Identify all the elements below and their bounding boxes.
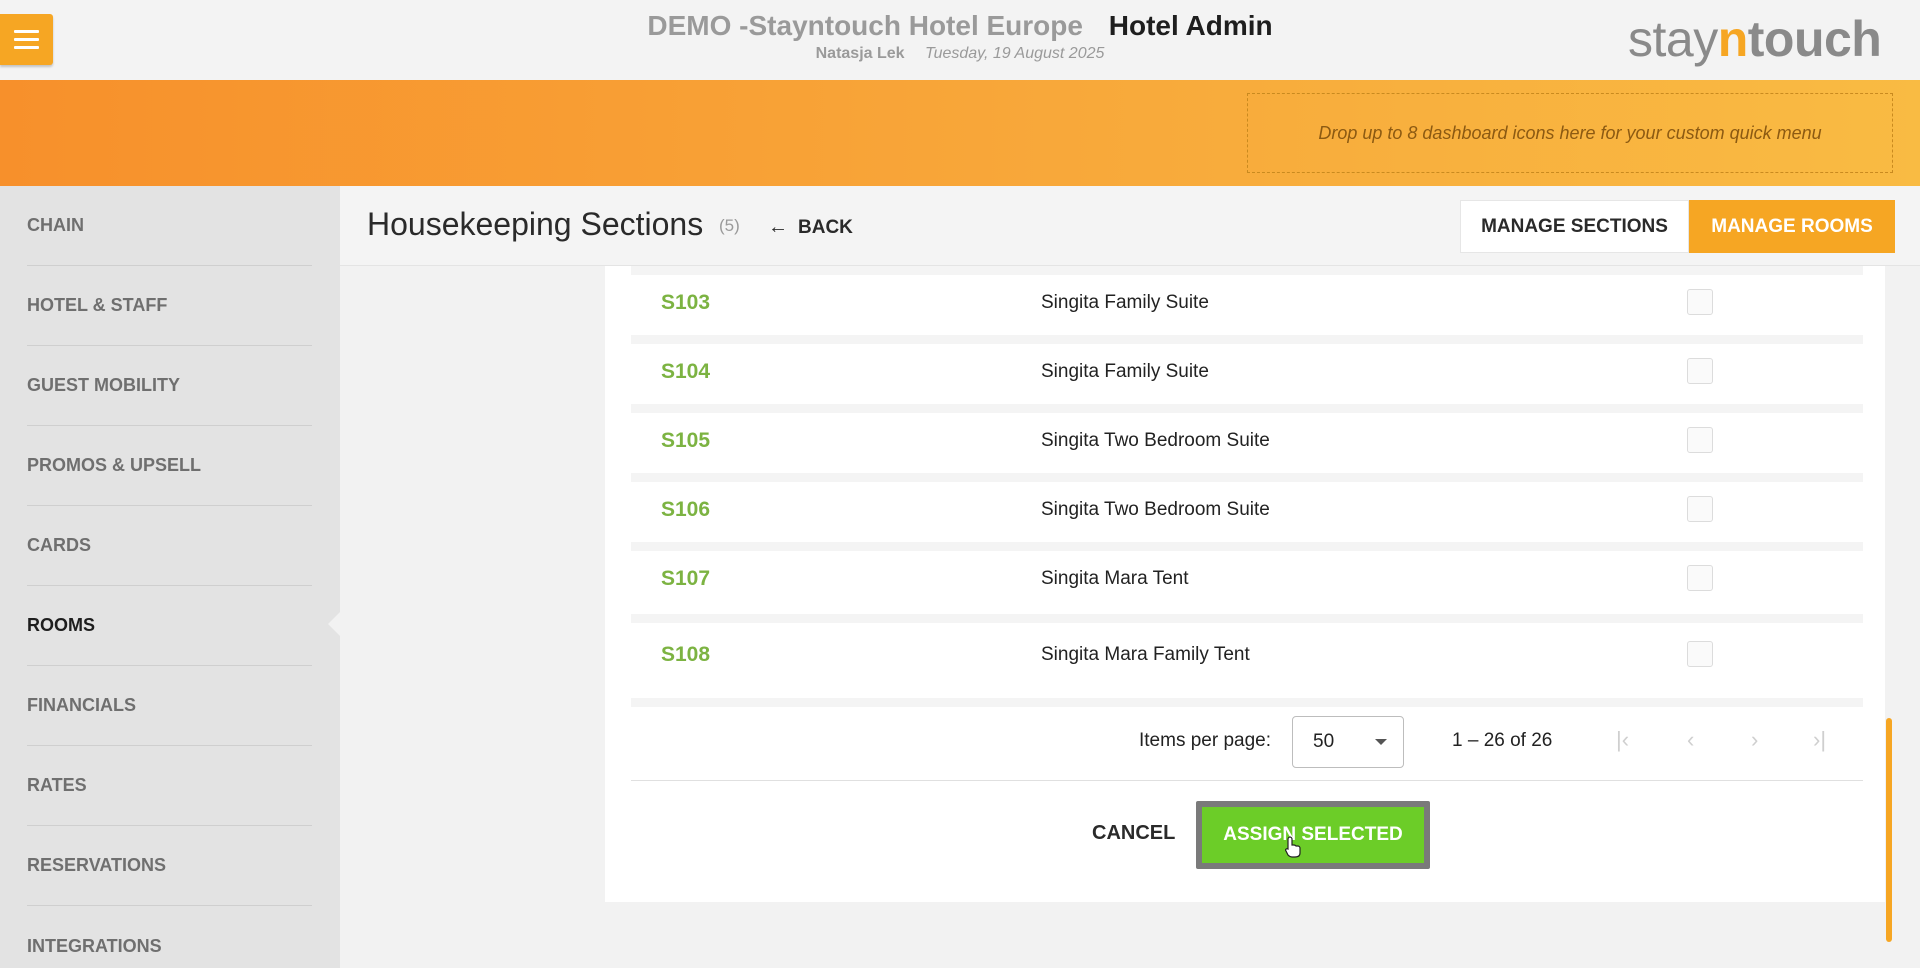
active-item-pointer	[328, 612, 340, 636]
quick-menu-banner: Drop up to 8 dashboard icons here for yo…	[0, 80, 1920, 186]
room-number[interactable]: S103	[661, 291, 710, 315]
arrow-left-icon: ←	[768, 216, 788, 238]
room-select-checkbox[interactable]	[1687, 641, 1713, 667]
first-page-button[interactable]: |‹	[1616, 727, 1629, 753]
section-count: (5)	[719, 216, 740, 235]
room-select-checkbox[interactable]	[1687, 289, 1713, 315]
sidebar-item-hotel-staff[interactable]: HOTEL & STAFF	[27, 266, 312, 346]
page-title: Housekeeping Sections	[367, 206, 704, 242]
current-date: Tuesday, 19 August 2025	[925, 45, 1105, 62]
quick-menu-drop-zone[interactable]: Drop up to 8 dashboard icons here for yo…	[1247, 93, 1893, 173]
room-number[interactable]: S105	[661, 429, 710, 453]
app-name: Hotel Admin	[1108, 10, 1273, 41]
room-select-checkbox[interactable]	[1687, 358, 1713, 384]
room-type: Singita Family Suite	[1041, 361, 1209, 382]
top-header: DEMO -Stayntouch Hotel Europe Hotel Admi…	[0, 0, 1920, 80]
room-select-checkbox[interactable]	[1687, 496, 1713, 522]
items-per-page-select[interactable]: 50	[1292, 716, 1404, 768]
sidebar: CHAIN HOTEL & STAFF GUEST MOBILITY PROMO…	[0, 186, 340, 968]
room-number[interactable]: S104	[661, 360, 710, 384]
cancel-button[interactable]: CANCEL	[1092, 822, 1175, 845]
manage-rooms-button[interactable]: MANAGE ROOMS	[1689, 200, 1895, 253]
table-row: S107 Singita Mara Tent	[631, 542, 1863, 602]
sidebar-item-rates[interactable]: RATES	[27, 746, 312, 826]
room-type: Singita Two Bedroom Suite	[1041, 430, 1270, 451]
table-row: S106 Singita Two Bedroom Suite	[631, 473, 1863, 533]
room-number[interactable]: S107	[661, 567, 710, 591]
last-page-button[interactable]: ›|	[1813, 727, 1826, 753]
sidebar-item-guest-mobility[interactable]: GUEST MOBILITY	[27, 346, 312, 426]
assign-selected-button[interactable]: ASSIGN SELECTED	[1196, 801, 1430, 869]
previous-page-button[interactable]: ‹	[1687, 727, 1694, 753]
sidebar-item-reservations[interactable]: RESERVATIONS	[27, 826, 312, 906]
table-row: S103 Singita Family Suite	[631, 266, 1863, 326]
back-label: BACK	[798, 216, 853, 238]
manage-sections-button[interactable]: MANAGE SECTIONS	[1460, 200, 1689, 253]
table-row: S104 Singita Family Suite	[631, 335, 1863, 395]
room-number[interactable]: S106	[661, 498, 710, 522]
sidebar-item-financials[interactable]: FINANCIALS	[27, 666, 312, 746]
page-range: 1 – 26 of 26	[1452, 730, 1553, 751]
vertical-scrollbar[interactable]	[1886, 718, 1892, 942]
sidebar-item-chain[interactable]: CHAIN	[27, 186, 312, 266]
items-per-page-value: 50	[1313, 731, 1335, 752]
table-row: S108 Singita Mara Family Tent	[631, 614, 1863, 684]
table-row: S105 Singita Two Bedroom Suite	[631, 404, 1863, 464]
items-per-page-label: Items per page:	[1139, 730, 1272, 751]
sidebar-item-cards[interactable]: CARDS	[27, 506, 312, 586]
paginator: Items per page: 50 1 – 26 of 26 |‹ ‹ › ›…	[631, 698, 1863, 781]
room-select-checkbox[interactable]	[1687, 427, 1713, 453]
user-name: Natasja Lek	[815, 45, 905, 62]
back-button[interactable]: ← BACK	[768, 216, 853, 239]
room-type: Singita Family Suite	[1041, 292, 1209, 313]
room-number[interactable]: S108	[661, 643, 710, 667]
room-type: Singita Mara Tent	[1041, 568, 1189, 589]
room-type: Singita Two Bedroom Suite	[1041, 499, 1270, 520]
sidebar-item-rooms[interactable]: ROOMS	[27, 586, 312, 666]
assign-selected-label: ASSIGN SELECTED	[1202, 807, 1424, 863]
room-type: Singita Mara Family Tent	[1041, 644, 1250, 665]
drop-zone-hint: Drop up to 8 dashboard icons here for yo…	[1318, 122, 1822, 143]
next-page-button[interactable]: ›	[1751, 727, 1758, 753]
caret-down-icon	[1375, 739, 1387, 745]
room-assignment-panel: S103 Singita Family Suite S104 Singita F…	[605, 266, 1885, 902]
room-select-checkbox[interactable]	[1687, 565, 1713, 591]
hotel-name: DEMO -Stayntouch Hotel Europe	[647, 10, 1083, 41]
stayntouch-logo: stayntouch	[1628, 11, 1882, 67]
sidebar-item-integrations[interactable]: INTEGRATIONS	[27, 906, 312, 968]
hand-cursor-icon	[1285, 836, 1301, 858]
sidebar-item-promos-upsell[interactable]: PROMOS & UPSELL	[27, 426, 312, 506]
page-header: Housekeeping Sections (5) ← BACK MANAGE …	[340, 186, 1920, 266]
